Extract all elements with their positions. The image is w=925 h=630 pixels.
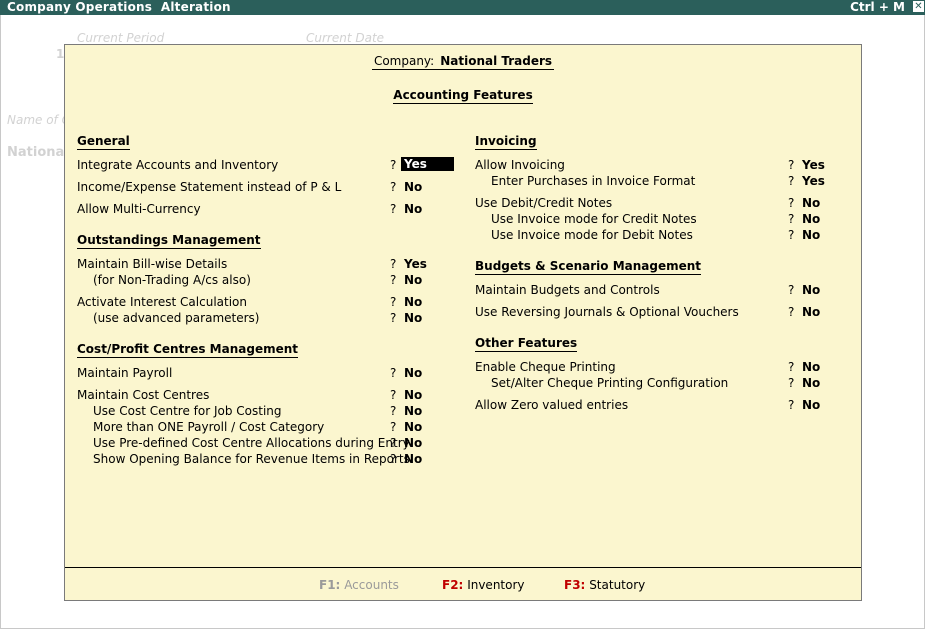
question-mark: ? [788,376,795,390]
integrate-accounts-label: Integrate Accounts and Inventory [77,158,279,172]
question-mark: ? [390,202,397,216]
company-label: Company: [373,54,435,68]
question-mark: ? [390,295,397,309]
opening-balance-value[interactable]: No [404,452,422,466]
cheque-config-value[interactable]: No [802,376,820,390]
window-title-bar: Company Operations Alteration Ctrl + M ✕ [0,0,925,15]
question-mark: ? [788,212,795,226]
cost-centres-value[interactable]: No [404,388,422,402]
bill-wise-label: Maintain Bill-wise Details [77,257,228,271]
company-name: National Traders [440,54,553,68]
multi-currency-value[interactable]: No [404,202,422,216]
question-mark: ? [390,273,397,287]
f2-label: Inventory [467,578,525,592]
section-budgets: Budgets & Scenario Management [475,259,702,275]
budgets-controls-value[interactable]: No [802,283,820,297]
credit-notes-invoice-label: Use Invoice mode for Credit Notes [491,212,697,226]
bill-wise-value[interactable]: Yes [404,257,427,271]
income-expense-value[interactable]: No [404,180,422,194]
cheque-config-label: Set/Alter Cheque Printing Configuration [491,376,729,390]
multi-currency-label: Allow Multi-Currency [77,202,201,216]
name-of-company-label: Name of C [7,113,70,127]
interest-calc-label: Activate Interest Calculation [77,295,247,309]
question-mark: ? [390,436,397,450]
predefined-allocations-label: Use Pre-defined Cost Centre Allocations … [93,436,410,450]
debit-notes-invoice-label: Use Invoice mode for Debit Notes [491,228,693,242]
interest-calc-value[interactable]: No [404,295,422,309]
opening-balance-label: Show Opening Balance for Revenue Items i… [93,452,410,466]
f1-key: F1: [319,578,341,592]
question-mark: ? [788,196,795,210]
f3-statutory-button[interactable]: F3: Statutory [564,578,645,592]
company-line: Company: National Traders [65,54,861,70]
window-shortcut: Ctrl + M [850,0,905,14]
question-mark: ? [788,228,795,242]
zero-valued-label: Allow Zero valued entries [475,398,629,412]
debit-credit-notes-label: Use Debit/Credit Notes [475,196,613,210]
non-trading-value[interactable]: No [404,273,422,287]
question-mark: ? [390,420,397,434]
reversing-journals-value[interactable]: No [802,305,820,319]
purchases-invoice-label: Enter Purchases in Invoice Format [491,174,696,188]
allow-invoicing-label: Allow Invoicing [475,158,565,172]
non-trading-label: (for Non-Trading A/cs also) [93,273,251,287]
question-mark: ? [390,388,397,402]
footer-divider [65,567,861,568]
debit-credit-notes-value[interactable]: No [802,196,820,210]
f2-inventory-button[interactable]: F2: Inventory [442,578,525,592]
question-mark: ? [788,174,795,188]
zero-valued-value[interactable]: No [802,398,820,412]
question-mark: ? [788,158,795,172]
predefined-allocations-value[interactable]: No [404,436,422,450]
close-icon[interactable]: ✕ [913,1,924,12]
reversing-journals-label: Use Reversing Journals & Optional Vouche… [475,305,739,319]
debit-notes-invoice-value[interactable]: No [802,228,820,242]
f1-accounts-button[interactable]: F1: Accounts [319,578,399,592]
window-title: Company Operations Alteration [7,0,231,14]
question-mark: ? [788,398,795,412]
multiple-payroll-value[interactable]: No [404,420,422,434]
income-expense-label: Income/Expense Statement instead of P & … [77,180,342,194]
question-mark: ? [788,305,795,319]
cheque-printing-label: Enable Cheque Printing [475,360,616,374]
section-general: General [77,134,130,150]
section-outstandings: Outstandings Management [77,233,261,249]
cost-centres-label: Maintain Cost Centres [77,388,210,402]
f3-key: F3: [564,578,586,592]
question-mark: ? [390,311,397,325]
current-period-label: Current Period [77,31,165,45]
question-mark: ? [788,283,795,297]
f2-key: F2: [442,578,464,592]
section-cost-centres: Cost/Profit Centres Management [77,342,299,358]
section-other-features: Other Features [475,336,578,352]
f1-label: Accounts [344,578,399,592]
credit-notes-invoice-value[interactable]: No [802,212,820,226]
accounting-features-dialog: Company: National Traders Accounting Feat… [64,44,862,601]
question-mark: ? [390,366,397,380]
advanced-params-label: (use advanced parameters) [93,311,260,325]
job-costing-label: Use Cost Centre for Job Costing [93,404,282,418]
cheque-printing-value[interactable]: No [802,360,820,374]
question-mark: ? [390,452,397,466]
purchases-invoice-value[interactable]: Yes [802,174,825,188]
multiple-payroll-label: More than ONE Payroll / Cost Category [93,420,325,434]
dialog-title: Accounting Features [393,88,533,104]
background-company-name: National [7,145,69,160]
allow-invoicing-value[interactable]: Yes [802,158,825,172]
question-mark: ? [390,404,397,418]
budgets-controls-label: Maintain Budgets and Controls [475,283,660,297]
f3-label: Statutory [589,578,646,592]
question-mark: ? [390,180,397,194]
section-invoicing: Invoicing [475,134,537,150]
integrate-accounts-value[interactable]: Yes [401,157,454,171]
advanced-params-value[interactable]: No [404,311,422,325]
question-mark: ? [390,257,397,271]
payroll-label: Maintain Payroll [77,366,173,380]
job-costing-value[interactable]: No [404,404,422,418]
current-date-label: Current Date [306,31,385,45]
payroll-value[interactable]: No [404,366,422,380]
question-mark: ? [788,360,795,374]
question-mark: ? [390,158,397,172]
